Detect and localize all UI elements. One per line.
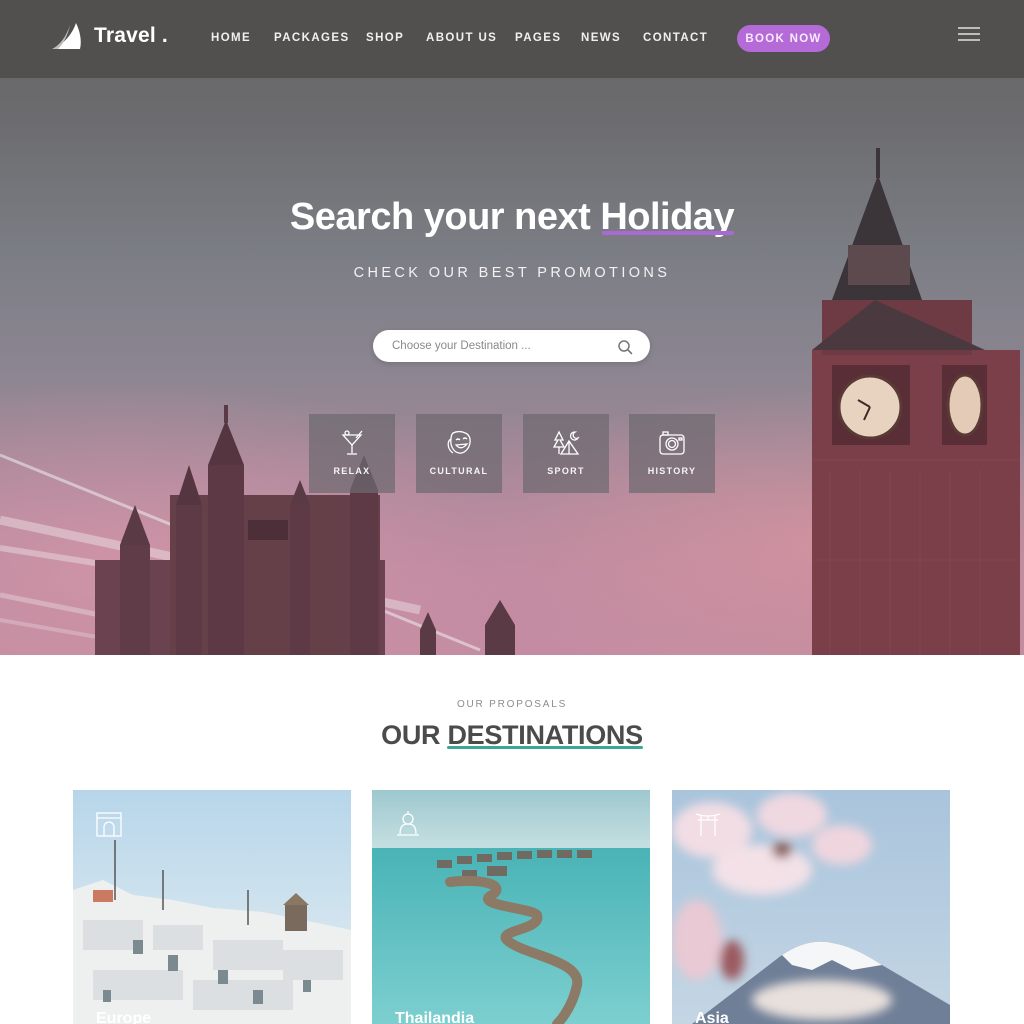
hamburger-icon[interactable]	[958, 27, 980, 45]
category-cultural-label: CULTURAL	[429, 466, 489, 476]
destination-card-thailandia[interactable]: Thailandia	[372, 790, 650, 1024]
nav-item-home[interactable]: HOME	[211, 32, 251, 44]
category-relax-label: RELAX	[333, 466, 371, 476]
arc-de-triomphe-icon	[96, 812, 122, 837]
nav-item-shop[interactable]: SHOP	[366, 32, 404, 44]
hero-section	[0, 0, 1024, 655]
category-history[interactable]: HISTORY	[629, 414, 715, 493]
camera-icon	[659, 431, 685, 455]
theater-mask-icon	[447, 431, 471, 454]
search-icon[interactable]	[617, 339, 633, 355]
nav-item-news[interactable]: NEWS	[581, 32, 621, 44]
main-nav: HOME PACKAGES SHOP ABOUT US PAGES NEWS C…	[0, 0, 1024, 78]
hero-subtitle: CHECK OUR BEST PROMOTIONS	[353, 265, 671, 281]
destination-card-asia-label: Asia	[695, 1010, 729, 1024]
destination-card-europe-label: Europe	[96, 1010, 152, 1024]
category-history-label: HISTORY	[647, 466, 697, 476]
buddha-icon	[397, 811, 419, 836]
torii-gate-icon	[695, 813, 721, 836]
hero-background-image	[0, 148, 1020, 655]
destination-search-input[interactable]	[392, 330, 612, 362]
nav-item-pages[interactable]: PAGES	[515, 32, 561, 44]
cocktail-icon	[341, 430, 363, 455]
category-sport-label: SPORT	[547, 466, 585, 476]
category-cultural[interactable]: CULTURAL	[416, 414, 502, 493]
hero-title-highlight: Holiday	[600, 196, 735, 238]
hero-title-prefix: Search your next	[289, 196, 591, 238]
nav-item-packages[interactable]: PACKAGES	[274, 32, 350, 44]
category-sport[interactable]: SPORT	[523, 414, 609, 493]
navbar: Travel . HOME PACKAGES SHOP ABOUT US PAG…	[0, 0, 1024, 78]
section-title-prefix: OUR	[381, 720, 441, 750]
category-relax[interactable]: RELAX	[309, 414, 395, 493]
destination-card-asia[interactable]: Asia	[672, 790, 950, 1024]
nav-item-about-us[interactable]: ABOUT US	[426, 32, 497, 44]
destination-search	[373, 330, 650, 362]
section-title-highlight: DESTINATIONS	[447, 720, 644, 750]
hero-title: Search your next Holiday	[0, 196, 1024, 239]
section-kicker: OUR PROPOSALS	[456, 699, 568, 710]
camping-tent-icon	[552, 430, 580, 455]
section-title: OUR DESTINATIONS	[0, 720, 1024, 751]
destination-card-europe[interactable]: Europe	[73, 790, 351, 1024]
nav-item-contact[interactable]: CONTACT	[643, 32, 708, 44]
destination-card-thailandia-label: Thailandia	[395, 1010, 475, 1024]
book-now-button[interactable]: BOOK NOW	[737, 25, 830, 52]
